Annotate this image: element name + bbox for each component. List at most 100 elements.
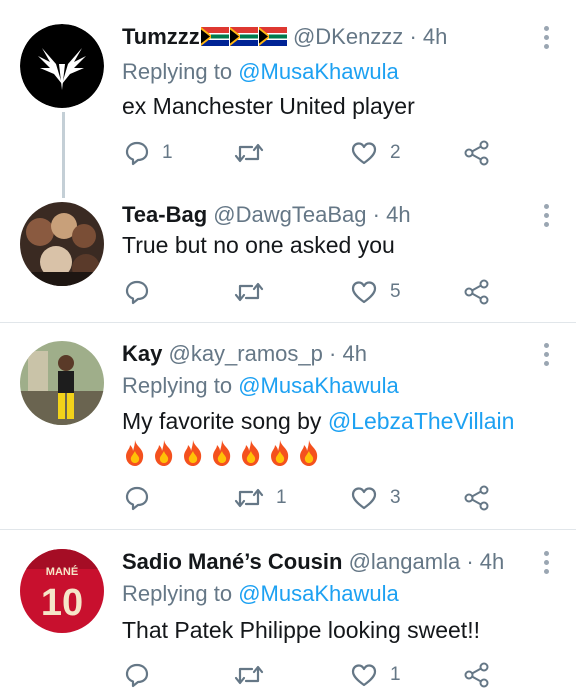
fire-emoji <box>126 440 144 466</box>
tweet-actions: 5 <box>0 277 576 307</box>
timestamp[interactable]: 4h <box>342 341 366 366</box>
tweet-actions: 1 2 <box>0 138 576 168</box>
retweet-icon <box>234 140 264 166</box>
tweet[interactable]: Kay @kay_ramos_p · 4h Replying to @MusaK… <box>0 323 576 529</box>
tweet-actions: 1 <box>0 660 576 690</box>
separator-dot: · <box>372 202 380 227</box>
display-name[interactable]: Tea-Bag <box>122 202 207 227</box>
fire-emoji-row <box>122 439 325 469</box>
like-icon <box>350 485 378 511</box>
replying-to-label: Replying to <box>122 373 233 398</box>
like-icon <box>350 662 378 688</box>
like-count: 5 <box>390 281 401 302</box>
reply-button[interactable] <box>124 277 162 307</box>
share-icon <box>463 661 491 689</box>
avatar[interactable]: MANÉ 10 <box>20 549 104 633</box>
retweet-icon <box>234 279 264 305</box>
like-icon <box>350 140 378 166</box>
tweet-header: Tea-Bag @DawgTeaBag · 4h <box>122 201 411 229</box>
tweet-text: My favorite song by @LebzaTheVillain <box>122 406 514 436</box>
south-africa-flag-icon <box>229 27 258 46</box>
fire-emoji <box>155 440 173 466</box>
tweet-text-prefix: My favorite song by <box>122 408 322 434</box>
replying-to: Replying to @MusaKhawula <box>122 580 399 608</box>
fire-emoji <box>300 440 318 466</box>
tweet-text: That Patek Philippe looking sweet!! <box>122 617 480 643</box>
user-handle[interactable]: @DKenzzz <box>293 24 403 49</box>
display-name[interactable]: Tumzzz <box>122 24 200 49</box>
replying-to: Replying to @MusaKhawula <box>122 58 399 86</box>
replying-to-label: Replying to <box>122 581 233 606</box>
mention-link[interactable]: @MusaKhawula <box>238 59 399 84</box>
more-options-icon[interactable] <box>544 343 550 370</box>
timestamp[interactable]: 4h <box>386 202 410 227</box>
like-count: 3 <box>390 487 401 508</box>
replying-to-label: Replying to <box>122 59 233 84</box>
retweet-icon <box>234 485 264 511</box>
like-count: 1 <box>390 664 401 685</box>
tweet-header: Kay @kay_ramos_p · 4h <box>122 340 367 368</box>
retweet-count: 1 <box>276 487 287 508</box>
like-count: 2 <box>390 142 401 163</box>
separator-dot: · <box>329 341 337 366</box>
fire-emoji <box>184 440 202 466</box>
tweet-header: Tumzzz @DKenzzz · 4h <box>122 23 447 51</box>
timestamp[interactable]: 4h <box>423 24 447 49</box>
share-button[interactable] <box>463 138 491 168</box>
tweet-actions: 1 3 <box>0 483 576 513</box>
retweet-button[interactable] <box>234 660 276 690</box>
like-button[interactable]: 3 <box>350 483 401 513</box>
avatar[interactable] <box>20 341 104 425</box>
share-button[interactable] <box>463 483 491 513</box>
retweet-button[interactable]: 1 <box>234 483 287 513</box>
reply-icon <box>124 662 150 688</box>
fire-emoji <box>271 440 289 466</box>
fire-emoji <box>213 440 231 466</box>
share-icon <box>463 278 491 306</box>
share-icon <box>463 484 491 512</box>
avatar-jersey-number: 10 <box>41 582 83 624</box>
like-icon <box>350 279 378 305</box>
reply-icon <box>124 279 150 305</box>
like-button[interactable]: 2 <box>350 138 401 168</box>
tweet[interactable]: MANÉ 10 Sadio Mané’s Cousin @langamla · … <box>0 530 576 695</box>
like-button[interactable]: 5 <box>350 277 401 307</box>
display-name[interactable]: Kay <box>122 341 162 366</box>
more-options-icon[interactable] <box>544 204 550 231</box>
reply-button[interactable] <box>124 483 162 513</box>
reply-icon <box>124 140 150 166</box>
tweet-text: True but no one asked you <box>122 232 395 258</box>
reply-button[interactable] <box>124 660 162 690</box>
like-button[interactable]: 1 <box>350 660 401 690</box>
share-icon <box>463 139 491 167</box>
avatar[interactable] <box>20 24 104 108</box>
mention-link[interactable]: @MusaKhawula <box>238 373 399 398</box>
tweet[interactable]: Tea-Bag @DawgTeaBag · 4h True but no one… <box>0 190 576 322</box>
tweet[interactable]: Tumzzz @DKenzzz · 4h Replying to @MusaKh… <box>0 0 576 190</box>
share-button[interactable] <box>463 660 491 690</box>
more-options-icon[interactable] <box>544 551 550 578</box>
avatar-jersey-name: MANÉ <box>46 565 78 578</box>
fire-emoji <box>242 440 260 466</box>
timestamp[interactable]: 4h <box>480 549 504 574</box>
share-button[interactable] <box>463 277 491 307</box>
separator-dot: · <box>409 24 417 49</box>
reply-button[interactable]: 1 <box>124 138 173 168</box>
retweet-button[interactable] <box>234 277 276 307</box>
user-handle[interactable]: @DawgTeaBag <box>213 202 366 227</box>
mention-link[interactable]: @LebzaTheVillain <box>328 408 515 434</box>
separator-dot: · <box>466 549 474 574</box>
retweet-button[interactable] <box>234 138 276 168</box>
south-africa-flag-icon <box>200 27 229 46</box>
user-handle[interactable]: @langamla <box>349 549 461 574</box>
more-options-icon[interactable] <box>544 26 550 53</box>
mention-link[interactable]: @MusaKhawula <box>238 581 399 606</box>
retweet-icon <box>234 662 264 688</box>
avatar[interactable] <box>20 202 104 286</box>
display-name[interactable]: Sadio Mané’s Cousin <box>122 549 342 574</box>
tweet-text: ex Manchester United player <box>122 93 415 119</box>
reply-icon <box>124 485 150 511</box>
south-africa-flag-icon <box>258 27 287 46</box>
user-handle[interactable]: @kay_ramos_p <box>168 341 322 366</box>
reply-count: 1 <box>162 142 173 163</box>
